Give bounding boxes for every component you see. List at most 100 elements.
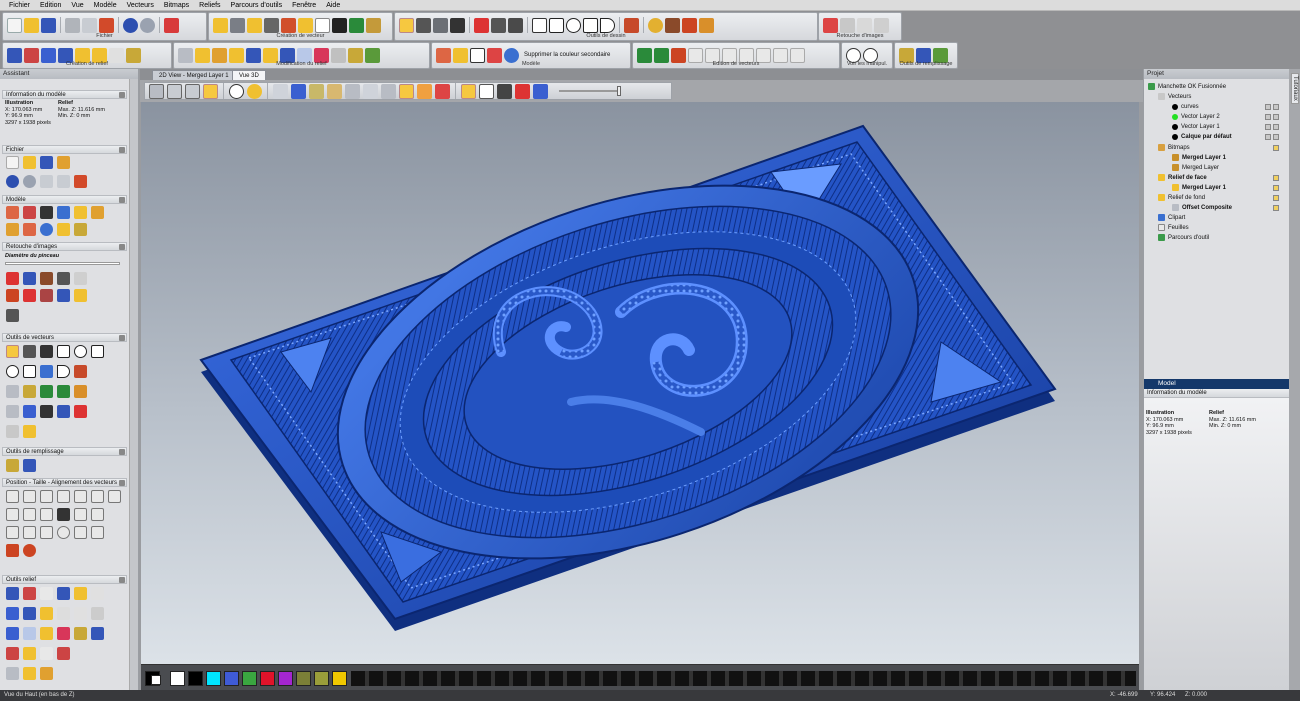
menu-vue[interactable]: Vue bbox=[66, 2, 88, 9]
color-swatch[interactable] bbox=[296, 671, 311, 686]
bitmap-icon[interactable] bbox=[450, 17, 465, 33]
vector-hand-icon[interactable] bbox=[6, 425, 19, 438]
node-icon[interactable] bbox=[40, 526, 53, 539]
relief-color-icon[interactable] bbox=[435, 83, 450, 99]
circle-icon[interactable] bbox=[74, 345, 87, 358]
save-icon[interactable] bbox=[41, 17, 56, 33]
paste-icon[interactable] bbox=[74, 175, 87, 188]
tree-root[interactable]: Manchette OK Fusionnée bbox=[1148, 82, 1226, 91]
tree-clipart[interactable]: Clipart bbox=[1158, 213, 1185, 222]
axis-icon[interactable] bbox=[291, 83, 306, 99]
collapse-icon[interactable] bbox=[119, 577, 125, 583]
zoom-icon[interactable] bbox=[229, 83, 244, 99]
collapse-icon[interactable] bbox=[119, 480, 125, 486]
open-folder-icon[interactable] bbox=[23, 156, 36, 169]
tree-relief-fond[interactable]: Relief de fond bbox=[1158, 193, 1205, 202]
text-icon[interactable] bbox=[74, 365, 87, 378]
lock-icon[interactable] bbox=[1265, 134, 1271, 140]
left-scrollbar[interactable] bbox=[129, 79, 138, 690]
select-color-icon[interactable] bbox=[57, 289, 70, 302]
circle-icon[interactable] bbox=[566, 17, 581, 33]
undo-icon[interactable] bbox=[123, 17, 138, 33]
fill-icon[interactable] bbox=[6, 289, 19, 302]
rotate-icon[interactable] bbox=[40, 508, 53, 521]
redo-icon[interactable] bbox=[140, 17, 155, 33]
brush-icon[interactable] bbox=[40, 272, 53, 285]
3d-viewport[interactable] bbox=[141, 102, 1139, 664]
undo-icon[interactable] bbox=[6, 175, 19, 188]
light-icon[interactable] bbox=[247, 83, 262, 99]
color-swatch[interactable] bbox=[332, 671, 347, 686]
lock-icon[interactable] bbox=[1265, 104, 1271, 110]
align-icon[interactable] bbox=[57, 490, 70, 503]
cube-view-icon[interactable] bbox=[149, 83, 164, 99]
relief-move-icon[interactable] bbox=[40, 607, 53, 620]
save-icon[interactable] bbox=[40, 156, 53, 169]
model-bird-icon[interactable] bbox=[74, 223, 87, 236]
section-retouche[interactable]: Retouche d'images bbox=[2, 242, 127, 251]
relief-stamp-icon[interactable] bbox=[40, 647, 53, 660]
relief-zero-icon[interactable] bbox=[23, 627, 36, 640]
arc-icon[interactable] bbox=[600, 17, 615, 33]
transform-icon[interactable] bbox=[433, 17, 448, 33]
menu-edition[interactable]: Edition bbox=[35, 2, 66, 9]
grid-icon[interactable] bbox=[479, 83, 494, 99]
relief-mesh-icon[interactable] bbox=[57, 607, 70, 620]
color-swatch[interactable] bbox=[170, 671, 185, 686]
model-tiger-icon[interactable] bbox=[91, 206, 104, 219]
visibility-icon[interactable] bbox=[1273, 134, 1279, 140]
collapse-icon[interactable] bbox=[119, 197, 125, 203]
text-icon[interactable] bbox=[624, 17, 639, 33]
vector-weld-icon[interactable] bbox=[57, 405, 70, 418]
pencil-icon[interactable] bbox=[23, 272, 36, 285]
tutorials-tab[interactable]: Tutoriaux bbox=[1291, 73, 1299, 104]
model-dog-icon[interactable] bbox=[57, 223, 70, 236]
align-icon[interactable] bbox=[108, 490, 121, 503]
color-swatch[interactable] bbox=[242, 671, 257, 686]
visibility-icon[interactable] bbox=[1273, 124, 1279, 130]
lock-icon[interactable] bbox=[1265, 124, 1271, 130]
lighting-slider[interactable] bbox=[559, 86, 621, 96]
toolpath-icon[interactable] bbox=[461, 83, 476, 99]
tree-bitmaps[interactable]: Bitmaps bbox=[1158, 143, 1190, 152]
grid-icon[interactable] bbox=[349, 17, 364, 33]
model-cat-icon[interactable] bbox=[23, 223, 36, 236]
section-info[interactable]: Information du modèle bbox=[2, 90, 127, 99]
curve-icon[interactable] bbox=[74, 526, 87, 539]
vector-import-icon[interactable] bbox=[213, 17, 228, 33]
vector-texture-icon[interactable] bbox=[23, 385, 36, 398]
star-light-icon[interactable] bbox=[399, 83, 414, 99]
texture-icon[interactable] bbox=[366, 17, 381, 33]
color-icon[interactable] bbox=[515, 83, 530, 99]
relief-scale-icon[interactable] bbox=[40, 627, 53, 640]
polygon-icon[interactable] bbox=[91, 345, 104, 358]
bulb-icon[interactable] bbox=[1273, 175, 1279, 181]
circle-icon[interactable] bbox=[57, 526, 70, 539]
image-adjust-icon[interactable] bbox=[823, 17, 838, 33]
drop-icon[interactable] bbox=[648, 17, 663, 33]
grey-icon[interactable] bbox=[345, 83, 360, 99]
model-lion-icon[interactable] bbox=[6, 223, 19, 236]
relief-face-icon[interactable] bbox=[74, 587, 87, 600]
menu-vecteurs[interactable]: Vecteurs bbox=[122, 2, 159, 9]
color-swatch[interactable] bbox=[188, 671, 203, 686]
shape-icon[interactable] bbox=[532, 17, 547, 33]
new-file-icon[interactable] bbox=[6, 156, 19, 169]
tree-vector-layer-2[interactable]: Vector Layer 2 bbox=[1172, 112, 1220, 121]
tree-offset-composite[interactable]: Offset Composite bbox=[1172, 203, 1232, 212]
palette-icon[interactable] bbox=[533, 83, 548, 99]
section-fichier[interactable]: Fichier bbox=[2, 145, 127, 154]
tree-merged-layer-1b[interactable]: Merged Layer 1 bbox=[1172, 183, 1226, 192]
fill-pattern-icon[interactable] bbox=[6, 459, 19, 472]
align-icon[interactable] bbox=[6, 490, 19, 503]
text-nr-icon[interactable] bbox=[40, 405, 53, 418]
scissors-icon[interactable] bbox=[264, 17, 279, 33]
align-icon[interactable] bbox=[91, 490, 104, 503]
vector-align-icon[interactable] bbox=[57, 385, 70, 398]
relief-grid-icon[interactable] bbox=[74, 607, 87, 620]
collapse-icon[interactable] bbox=[119, 147, 125, 153]
flood-icon[interactable] bbox=[74, 289, 87, 302]
model-bear-icon[interactable] bbox=[74, 206, 87, 219]
relief-cut-icon[interactable] bbox=[57, 647, 70, 660]
star-outline-icon[interactable] bbox=[23, 365, 36, 378]
